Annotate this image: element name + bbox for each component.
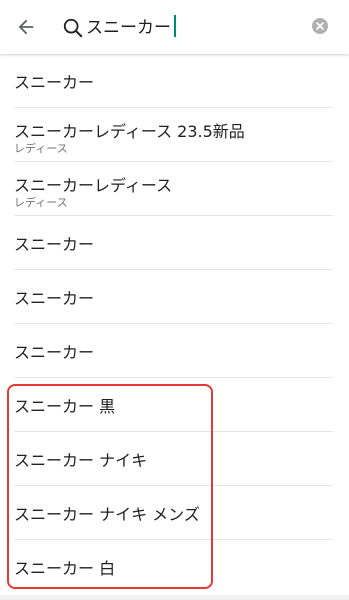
suggestion-item[interactable]: スニーカー 白 xyxy=(14,540,333,594)
suggestion-category: レディース xyxy=(14,196,68,209)
clear-button[interactable] xyxy=(312,18,328,34)
suggestion-item[interactable]: スニーカー 黒 xyxy=(14,378,333,432)
search-icon xyxy=(63,18,83,38)
suggestion-item[interactable]: スニーカー xyxy=(14,324,333,378)
search-input[interactable]: スニーカー xyxy=(86,15,176,41)
suggestion-label: スニーカー ナイキ xyxy=(14,451,148,470)
text-caret xyxy=(174,15,176,37)
back-button[interactable] xyxy=(12,13,40,41)
suggestion-label: スニーカー xyxy=(14,289,95,308)
suggestion-item[interactable]: スニーカー xyxy=(14,270,333,324)
arrow-left-icon xyxy=(18,19,34,35)
search-page: スニーカー スニーカー スニーカーレディース 23.5新品 レディース スニーカ… xyxy=(0,0,349,600)
search-query-text: スニーカー xyxy=(86,18,171,38)
suggestion-label: スニーカーレディース 23.5新品 xyxy=(14,122,245,141)
bottom-edge xyxy=(0,595,349,600)
suggestion-label: スニーカー 白 xyxy=(14,559,116,578)
suggestion-item[interactable]: スニーカーレディース レディース xyxy=(14,162,333,216)
suggestion-list: スニーカー スニーカーレディース 23.5新品 レディース スニーカーレディース… xyxy=(0,54,349,594)
suggestion-label: スニーカー xyxy=(14,343,95,362)
suggestion-label: スニーカーレディース xyxy=(14,176,173,195)
search-header: スニーカー xyxy=(0,0,349,54)
clear-icon xyxy=(316,22,324,30)
suggestion-item[interactable]: スニーカーレディース 23.5新品 レディース xyxy=(14,108,333,162)
suggestion-label: スニーカー 黒 xyxy=(14,397,116,416)
suggestion-item[interactable]: スニーカー xyxy=(14,216,333,270)
suggestion-item[interactable]: スニーカー xyxy=(14,54,333,108)
suggestion-label: スニーカー ナイキ メンズ xyxy=(14,505,200,524)
suggestion-item[interactable]: スニーカー ナイキ xyxy=(14,432,333,486)
suggestion-category: レディース xyxy=(14,142,68,155)
suggestion-item[interactable]: スニーカー ナイキ メンズ xyxy=(14,486,333,540)
suggestion-label: スニーカー xyxy=(14,73,95,92)
suggestion-label: スニーカー xyxy=(14,235,95,254)
